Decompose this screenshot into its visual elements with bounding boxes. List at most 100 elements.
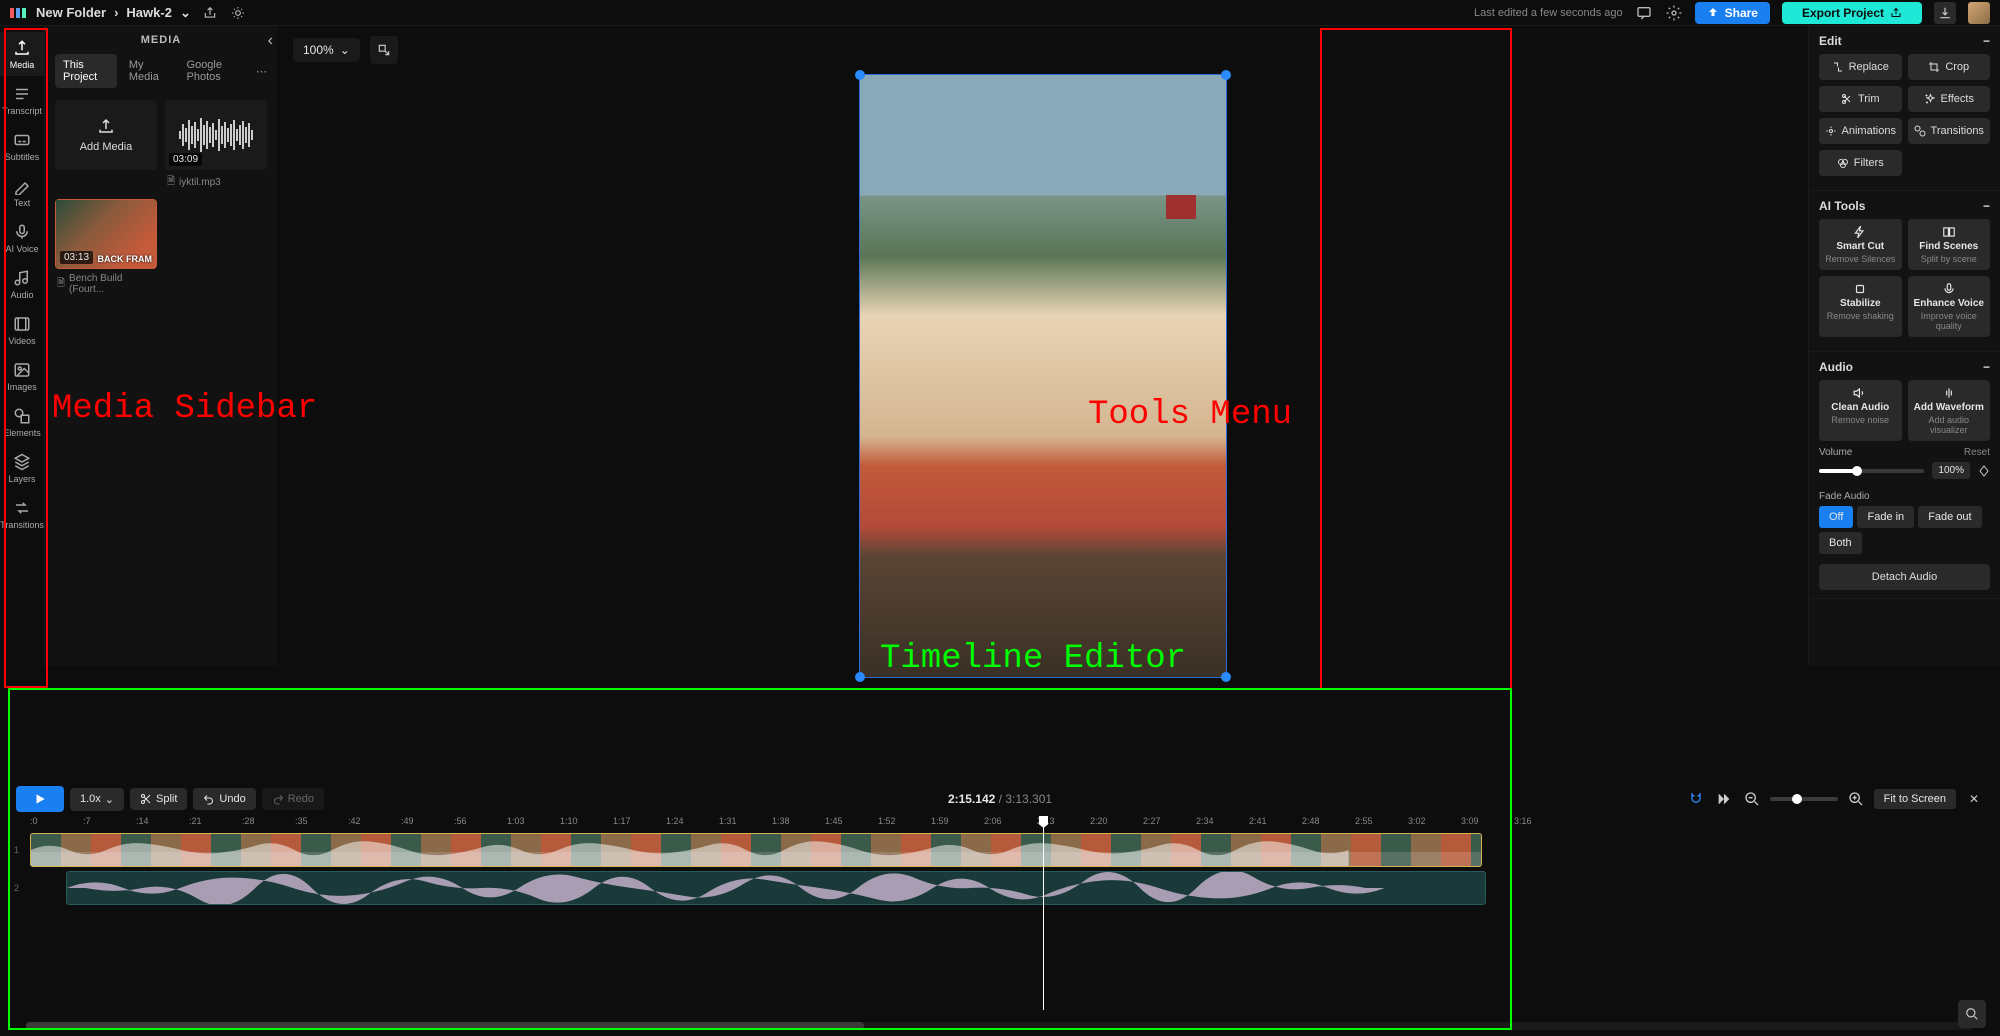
share-button[interactable]: Share (1695, 2, 1770, 24)
video-preview[interactable] (859, 74, 1227, 678)
ruler-tick: 1:24 (666, 816, 719, 830)
stabilize-icon (1853, 282, 1867, 296)
collapse-icon[interactable]: ‹ (268, 32, 273, 50)
audio-section-title: Audio (1819, 360, 1853, 374)
selection-handle[interactable] (1221, 70, 1231, 80)
trim-button[interactable]: Trim (1819, 86, 1902, 112)
redo-button[interactable]: Redo (262, 788, 324, 810)
add-media-button[interactable]: Add Media (55, 100, 157, 170)
timeline-ruler[interactable]: :0:7:14:21:28:35:42:49:561:031:101:171:2… (10, 816, 1990, 830)
fade-both-button[interactable]: Both (1819, 532, 1862, 554)
sidebar-item-layers[interactable]: Layers (0, 446, 44, 490)
stabilize-button[interactable]: StabilizeRemove shaking (1819, 276, 1902, 337)
chevron-down-icon[interactable]: ⌄ (180, 5, 191, 21)
ruler-tick: :49 (401, 816, 454, 830)
clean-audio-button[interactable]: Clean AudioRemove noise (1819, 380, 1902, 441)
media-item-audio[interactable]: 03:09 🗎iyktil.mp3 (165, 100, 267, 191)
zoom-in-icon[interactable] (1846, 789, 1866, 809)
ruler-tick: 2:55 (1355, 816, 1408, 830)
magnet-icon[interactable] (1686, 789, 1706, 809)
timeline-scrollbar[interactable] (26, 1022, 1974, 1030)
sidebar-item-aivoice[interactable]: AI Voice (0, 216, 44, 260)
collapse-icon[interactable]: − (1983, 360, 1990, 374)
enhance-voice-button[interactable]: Enhance VoiceImprove voice quality (1908, 276, 1991, 337)
find-scenes-button[interactable]: Find ScenesSplit by scene (1908, 219, 1991, 270)
collapse-icon[interactable]: − (1983, 199, 1990, 213)
play-button[interactable] (16, 786, 64, 812)
image-icon (12, 360, 32, 380)
video-clip[interactable] (30, 833, 1482, 867)
sidebar-item-images[interactable]: Images (0, 354, 44, 398)
breadcrumb: New Folder › Hawk-2 ⌄ (36, 5, 191, 21)
tab-my-media[interactable]: My Media (121, 54, 175, 88)
animations-button[interactable]: Animations (1819, 118, 1902, 144)
breadcrumb-project[interactable]: Hawk-2 (126, 5, 172, 20)
undo-button[interactable]: Undo (193, 788, 255, 810)
zoom-select[interactable]: 100%⌄ (293, 38, 360, 62)
close-icon[interactable]: ✕ (1964, 789, 1984, 809)
timeline-search-button[interactable] (1958, 1000, 1986, 1028)
volume-reset[interactable]: Reset (1964, 447, 1990, 458)
add-waveform-button[interactable]: Add WaveformAdd audio visualizer (1908, 380, 1991, 441)
tab-google-photos[interactable]: Google Photos (179, 54, 252, 88)
keyframe-icon[interactable] (1978, 465, 1990, 477)
right-panel: Edit− Replace Crop Trim Effects Animatio… (1808, 26, 2000, 666)
detach-preview-button[interactable] (370, 36, 398, 64)
replace-button[interactable]: Replace (1819, 54, 1902, 80)
selection-handle[interactable] (855, 672, 865, 682)
collapse-icon[interactable]: − (1983, 34, 1990, 48)
avatar[interactable] (1968, 2, 1990, 24)
volume-value[interactable]: 100% (1932, 462, 1970, 479)
gear-icon[interactable] (1665, 4, 1683, 22)
filters-button[interactable]: Filters (1819, 150, 1902, 176)
sidebar-item-subtitles[interactable]: Subtitles (0, 124, 44, 168)
film-icon (12, 314, 32, 334)
timeline: 1.0x⌄ Split Undo Redo 2:15.142 / 3:13.30… (10, 782, 1990, 1034)
zoom-slider[interactable] (1770, 797, 1838, 801)
zoom-out-icon[interactable] (1742, 789, 1762, 809)
comment-icon[interactable] (1635, 4, 1653, 22)
volume-slider[interactable] (1819, 469, 1924, 473)
fade-in-button[interactable]: Fade in (1857, 506, 1914, 528)
scrollbar-thumb[interactable] (26, 1022, 864, 1030)
duration-badge: 03:13 (60, 251, 93, 264)
fade-out-button[interactable]: Fade out (1918, 506, 1981, 528)
sidebar-item-media[interactable]: Media (0, 32, 44, 76)
sidebar-item-transitions[interactable]: Transitions (0, 492, 44, 536)
upload-icon (12, 38, 32, 58)
lightbulb-icon[interactable] (229, 4, 247, 22)
crop-button[interactable]: Crop (1908, 54, 1991, 80)
sidebar-item-transcript[interactable]: Transcript (0, 78, 44, 122)
audio-clip[interactable] (66, 871, 1486, 905)
fit-screen-button[interactable]: Fit to Screen (1874, 789, 1956, 809)
sidebar-item-audio[interactable]: Audio (0, 262, 44, 306)
speaker-icon (1853, 386, 1867, 400)
track-row: 1 (14, 832, 1990, 868)
bolt-icon (1853, 225, 1867, 239)
app-logo[interactable] (10, 8, 26, 18)
speed-button[interactable]: 1.0x⌄ (70, 788, 124, 811)
export-button[interactable]: Export Project (1782, 2, 1922, 24)
ruler-tick: 1:10 (560, 816, 613, 830)
shapes-icon (12, 406, 32, 426)
selection-handle[interactable] (855, 70, 865, 80)
transitions-button[interactable]: Transitions (1908, 118, 1991, 144)
more-icon[interactable]: ⋯ (256, 65, 267, 78)
split-button[interactable]: Split (130, 788, 187, 810)
effects-button[interactable]: Effects (1908, 86, 1991, 112)
tab-this-project[interactable]: This Project (55, 54, 117, 88)
sidebar-item-elements[interactable]: Elements (0, 400, 44, 444)
sidebar-item-text[interactable]: Text (0, 170, 44, 214)
playhead[interactable] (1043, 816, 1044, 1010)
ruler-tick: :35 (295, 816, 348, 830)
sidebar-item-videos[interactable]: Videos (0, 308, 44, 352)
share-link-icon[interactable] (201, 4, 219, 22)
detach-audio-button[interactable]: Detach Audio (1819, 564, 1990, 590)
download-icon[interactable] (1934, 2, 1956, 24)
skip-icon[interactable] (1714, 789, 1734, 809)
fade-off-button[interactable]: Off (1819, 506, 1853, 528)
media-item-video[interactable]: 03:13 BACK FRAM 🗎Bench Build (Fourt... (55, 199, 157, 295)
breadcrumb-folder[interactable]: New Folder (36, 5, 106, 20)
smart-cut-button[interactable]: Smart CutRemove Silences (1819, 219, 1902, 270)
selection-handle[interactable] (1221, 672, 1231, 682)
